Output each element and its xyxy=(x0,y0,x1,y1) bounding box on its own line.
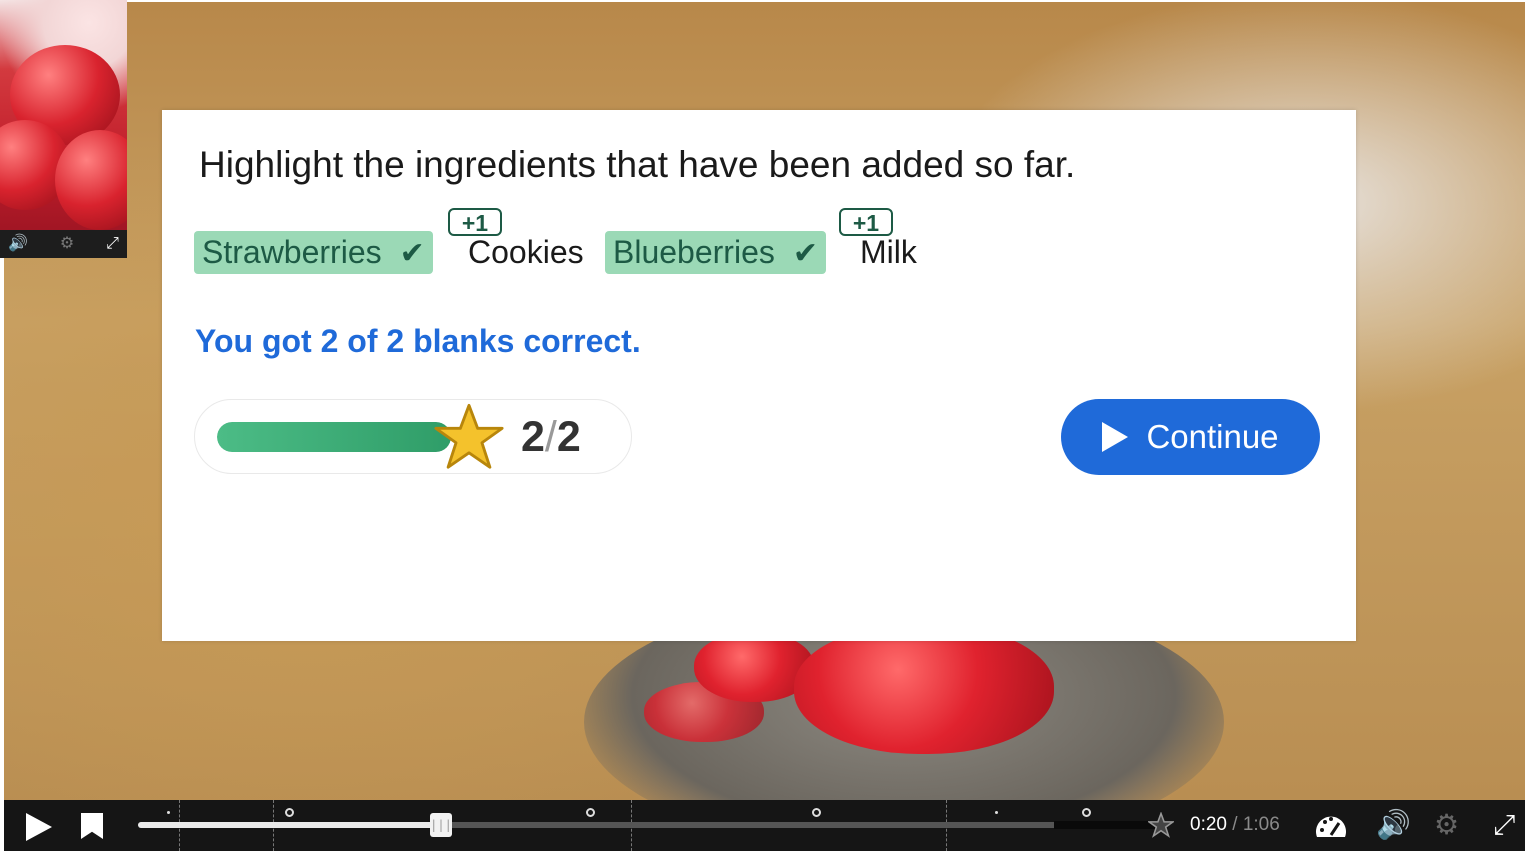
mini-video-frame xyxy=(0,0,127,230)
strawberry-image xyxy=(794,624,1054,754)
interaction-marker[interactable] xyxy=(1082,808,1091,817)
total-time: 1:06 xyxy=(1242,814,1280,835)
seek-bar-end-segment xyxy=(1054,821,1158,829)
seek-handle[interactable]: ||| xyxy=(430,813,452,837)
check-icon: ✔ xyxy=(399,237,425,270)
bookmark-icon[interactable] xyxy=(81,813,103,839)
answer-cookies[interactable]: Cookies xyxy=(468,231,584,274)
answer-strawberries[interactable]: Strawberries ✔ xyxy=(194,231,433,274)
score-bar: 2/2 xyxy=(194,399,632,474)
current-time: 0:20 xyxy=(1190,814,1227,835)
score-progress-track xyxy=(217,422,451,452)
answer-label: Strawberries xyxy=(202,234,382,270)
question-text: Highlight the ingredients that have been… xyxy=(199,144,1076,185)
seek-bar[interactable] xyxy=(138,821,1158,829)
feedback-text: You got 2 of 2 blanks correct. xyxy=(195,323,641,359)
volume-icon[interactable]: 🔊 xyxy=(1376,808,1411,842)
answer-label: Blueberries xyxy=(613,234,775,270)
interaction-marker[interactable] xyxy=(285,808,294,817)
speed-gauge-icon[interactable] xyxy=(1314,811,1348,841)
mini-volume-icon[interactable]: 🔊 xyxy=(8,230,28,258)
interaction-card: Highlight the ingredients that have been… xyxy=(162,110,1356,641)
play-icon[interactable] xyxy=(26,813,52,841)
interaction-marker[interactable] xyxy=(586,808,595,817)
star-icon xyxy=(434,403,504,469)
play-icon xyxy=(1102,422,1129,452)
time-display: 0:20 / 1:06 xyxy=(1190,814,1280,835)
seek-bar-progress xyxy=(138,822,434,828)
answer-milk[interactable]: Milk xyxy=(860,231,917,274)
continue-label: Continue xyxy=(1146,418,1279,455)
check-icon: ✔ xyxy=(792,237,818,270)
interaction-dot[interactable] xyxy=(995,811,998,814)
mini-fullscreen-icon[interactable]: ⤢ xyxy=(106,230,119,258)
answer-blueberries[interactable]: Blueberries ✔ xyxy=(605,231,826,274)
interaction-dot[interactable] xyxy=(167,811,170,814)
settings-icon[interactable]: ⚙ xyxy=(1434,808,1459,842)
score-text: 2/2 xyxy=(521,413,581,461)
player-control-bar: ||| 0:20 / 1:06 🔊 ⚙ ⤢ xyxy=(4,800,1525,851)
mini-video-player[interactable]: 🔊 ⚙ ⤢ xyxy=(0,0,127,258)
mini-control-bar: 🔊 ⚙ ⤢ xyxy=(0,230,127,258)
score-progress-fill xyxy=(217,422,451,452)
interaction-marker[interactable] xyxy=(812,808,821,817)
continue-button[interactable]: Continue xyxy=(1061,399,1320,475)
fullscreen-icon[interactable]: ⤢ xyxy=(1493,808,1515,842)
endscreen-star-icon[interactable] xyxy=(1148,812,1174,838)
mini-settings-icon[interactable]: ⚙ xyxy=(60,230,74,258)
